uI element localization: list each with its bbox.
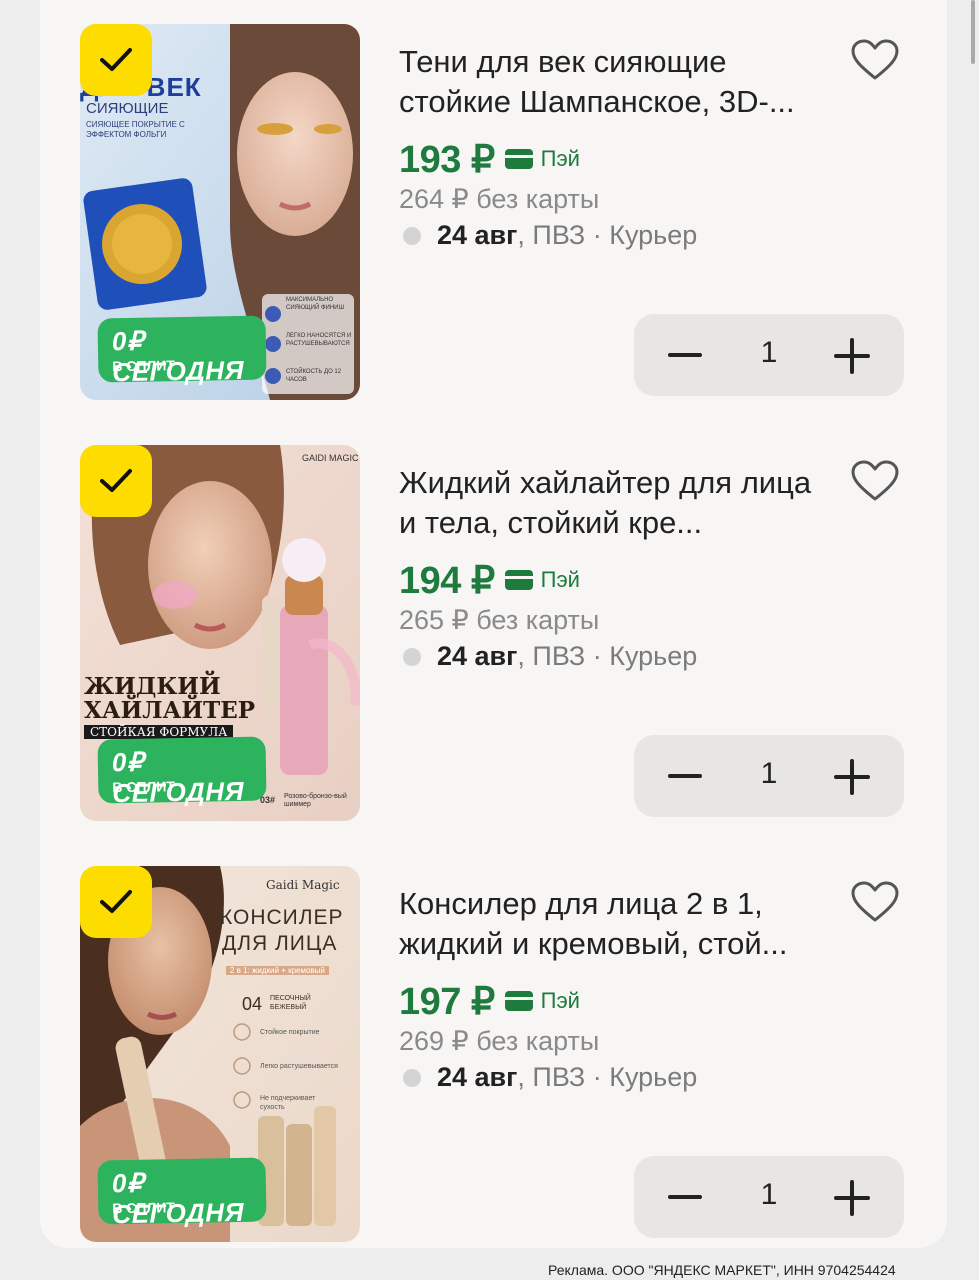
price-without-card: 269 ₽ без карты: [399, 1026, 600, 1056]
quantity-stepper: 1: [634, 1156, 904, 1238]
product-title[interactable]: Консилер для лица 2 в 1, жидкий и кремов…: [399, 884, 829, 964]
delivery-info: 24 авг , ПВЗ · Курьер: [399, 641, 697, 672]
quantity-stepper: 1: [634, 314, 904, 396]
delivery-info: 24 авг , ПВЗ · Курьер: [399, 1062, 697, 1093]
price-without-card: 264 ₽ без карты: [399, 184, 600, 214]
delivery-dot-icon: [403, 647, 421, 666]
heart-icon[interactable]: [850, 880, 900, 924]
card-icon: [504, 149, 533, 169]
pay-label: Пэй: [540, 988, 580, 1013]
quantity-value: 1: [760, 1178, 778, 1211]
image-headline-1: КОНСИЛЕР: [220, 906, 344, 929]
image-caption: СИЯЮЩЕЕ ПОКРЫТИЕ С ЭФФЕКТОМ ФОЛЬГИ: [86, 120, 185, 139]
image-tagline: 2 в 1: жидкий + кремовый: [226, 966, 329, 975]
delivery-method: , ПВЗ · Курьер: [517, 641, 698, 671]
check-icon: [100, 890, 132, 913]
delivery-date: 24 авг: [437, 1062, 518, 1092]
image-feature-2: Легко растушевывается: [260, 1063, 338, 1070]
plus-icon[interactable]: [834, 759, 870, 795]
delivery-date: 24 авг: [437, 220, 518, 250]
card-icon: [504, 991, 533, 1011]
cart-item: Gaidi Magic КОНСИЛЕР ДЛЯ ЛИЦА 2 в 1: жид…: [0, 866, 979, 1246]
delivery-info: 24 авг , ПВЗ · Курьер: [399, 220, 697, 251]
quantity-value: 1: [760, 336, 778, 369]
price-without-card: 265 ₽ без карты: [399, 605, 600, 635]
heart-icon[interactable]: [850, 459, 900, 503]
pay-label: Пэй: [540, 567, 580, 592]
quantity-value: 1: [760, 757, 778, 790]
split-badge: 0₽ СЕГОДНЯ В СПЛИТ: [97, 736, 267, 808]
split-badge-subtitle: В СПЛИТ: [112, 357, 176, 375]
price-row: 197 ₽ Пэй: [399, 978, 580, 1024]
split-badge-subtitle: В СПЛИТ: [112, 1199, 176, 1217]
brand-logo-text: Gaidi Magic: [266, 878, 340, 892]
product-image[interactable]: ДЛЯ ВЕК СИЯЮЩИЕ СИЯЮЩЕЕ ПОКРЫТИЕ С ЭФФЕК…: [80, 24, 360, 400]
price: 194 ₽: [399, 559, 495, 602]
price: 197 ₽: [399, 980, 495, 1023]
product-title[interactable]: Жидкий хайлайтер для лица и тела, стойки…: [399, 463, 829, 543]
split-badge-subtitle: В СПЛИТ: [112, 778, 176, 796]
image-subtitle: СИЯЮЩИЕ: [86, 100, 169, 117]
split-badge: 0₽ СЕГОДНЯ В СПЛИТ: [97, 315, 267, 387]
select-checkbox[interactable]: [80, 866, 152, 938]
minus-icon[interactable]: [668, 763, 702, 789]
shade-name: Розово-бронзо-вый шиммер: [284, 793, 347, 808]
delivery-dot-icon: [403, 226, 421, 245]
split-badge-title: 0₽ СЕГОДНЯ: [111, 325, 245, 388]
price-row: 194 ₽ Пэй: [399, 557, 580, 603]
card-icon: [504, 570, 533, 590]
image-feature-3: СТОЙКОСТЬ ДО 12 ЧАСОВ: [286, 369, 342, 383]
shade-name: ПЕСОЧНЫЙ БЕЖЕВЫЙ: [270, 995, 311, 1011]
pay-label: Пэй: [540, 146, 580, 171]
select-checkbox[interactable]: [80, 24, 152, 96]
quantity-stepper: 1: [634, 735, 904, 817]
image-feature-3: Не подчеркивает сухость: [260, 1095, 316, 1111]
image-headline-2: ДЛЯ ЛИЦА: [222, 932, 338, 955]
plus-icon[interactable]: [834, 1180, 870, 1216]
delivery-method: , ПВЗ · Курьер: [517, 220, 698, 250]
product-image[interactable]: GAIDI MAGIC ЖИДКИЙ ХАЙЛАЙТЕР СТОЙКАЯ ФОР…: [80, 445, 360, 821]
image-headline-2: ХАЙЛАЙТЕР: [84, 697, 256, 724]
check-icon: [100, 469, 132, 492]
split-badge-title: 0₽ СЕГОДНЯ: [111, 1167, 245, 1230]
delivery-method: , ПВЗ · Курьер: [517, 1062, 698, 1092]
split-badge-title: 0₽ СЕГОДНЯ: [111, 746, 245, 809]
delivery-dot-icon: [403, 1068, 421, 1087]
cart-item: GAIDI MAGIC ЖИДКИЙ ХАЙЛАЙТЕР СТОЙКАЯ ФОР…: [0, 445, 979, 825]
select-checkbox[interactable]: [80, 445, 152, 517]
check-icon: [100, 48, 132, 71]
shade-number: 04: [242, 994, 263, 1014]
ad-disclaimer: Реклама. ООО "ЯНДЕКС МАРКЕТ", ИНН 970425…: [548, 1262, 896, 1278]
image-feature-2: ЛЕГКО НАНОСЯТСЯ И РАСТУШЕВЫВАЮТСЯ: [286, 333, 352, 347]
image-headline-1: ЖИДКИЙ: [84, 673, 221, 700]
price-row: 193 ₽ Пэй: [399, 136, 580, 182]
delivery-date: 24 авг: [437, 641, 518, 671]
cart-item: ДЛЯ ВЕК СИЯЮЩИЕ СИЯЮЩЕЕ ПОКРЫТИЕ С ЭФФЕК…: [0, 24, 979, 404]
heart-icon[interactable]: [850, 38, 900, 82]
product-title[interactable]: Тени для век сияющие стойкие Шампанское,…: [399, 42, 829, 122]
price: 193 ₽: [399, 138, 495, 181]
brand-logo-text: GAIDI MAGIC: [302, 453, 359, 463]
image-feature-1: Стойкое покрытие: [260, 1029, 320, 1036]
image-feature-1: МАКСИМАЛЬНО СИЯЮЩИЙ ФИНИШ: [286, 297, 344, 311]
minus-icon[interactable]: [668, 342, 702, 368]
minus-icon[interactable]: [668, 1184, 702, 1210]
split-badge: 0₽ СЕГОДНЯ В СПЛИТ: [97, 1157, 267, 1229]
plus-icon[interactable]: [834, 338, 870, 374]
product-image[interactable]: Gaidi Magic КОНСИЛЕР ДЛЯ ЛИЦА 2 в 1: жид…: [80, 866, 360, 1242]
